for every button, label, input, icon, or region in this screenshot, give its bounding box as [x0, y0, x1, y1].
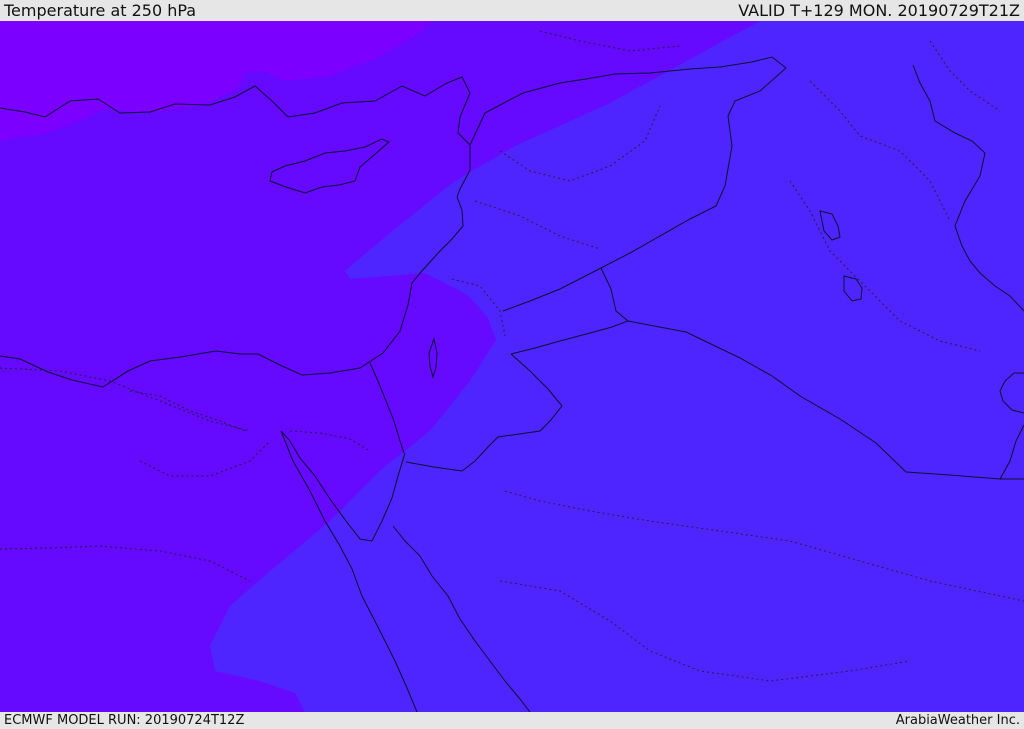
map-title: Temperature at 250 hPa: [4, 1, 197, 20]
model-run: ECMWF MODEL RUN: 20190724T12Z: [4, 713, 245, 728]
weather-map-frame: Temperature at 250 hPa VALID T+129 MON. …: [0, 0, 1024, 729]
valid-time: VALID T+129 MON. 20190729T21Z: [738, 1, 1020, 20]
credit-text: ArabiaWeather Inc.: [895, 713, 1020, 728]
map-canvas: [0, 21, 1024, 712]
footer-bar: ECMWF MODEL RUN: 20190724T12Z ArabiaWeat…: [0, 712, 1024, 729]
temperature-map: [0, 21, 1024, 712]
header-bar: Temperature at 250 hPa VALID T+129 MON. …: [0, 0, 1024, 21]
